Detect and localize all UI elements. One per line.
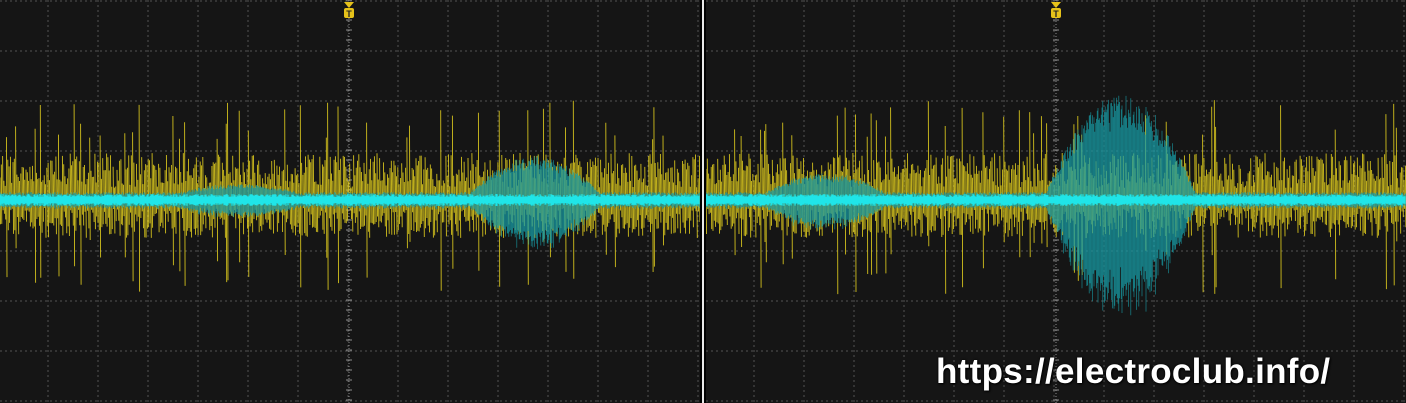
waveform-display-right: T: [706, 0, 1406, 403]
watermark-url: https://electroclub.info/: [936, 352, 1331, 391]
channel-2-trace: [0, 194, 700, 206]
oscilloscope-screen-left: T: [0, 0, 700, 403]
trigger-label: T: [1053, 9, 1059, 19]
trigger-marker-icon: T: [344, 2, 354, 19]
trigger-arrow: [1051, 2, 1061, 8]
waveform-display-left: T: [0, 0, 700, 403]
oscilloscope-screen-right: T: [706, 0, 1406, 403]
trigger-marker-icon: T: [1051, 2, 1061, 19]
trigger-arrow: [344, 2, 354, 8]
trigger-label: T: [346, 9, 352, 19]
